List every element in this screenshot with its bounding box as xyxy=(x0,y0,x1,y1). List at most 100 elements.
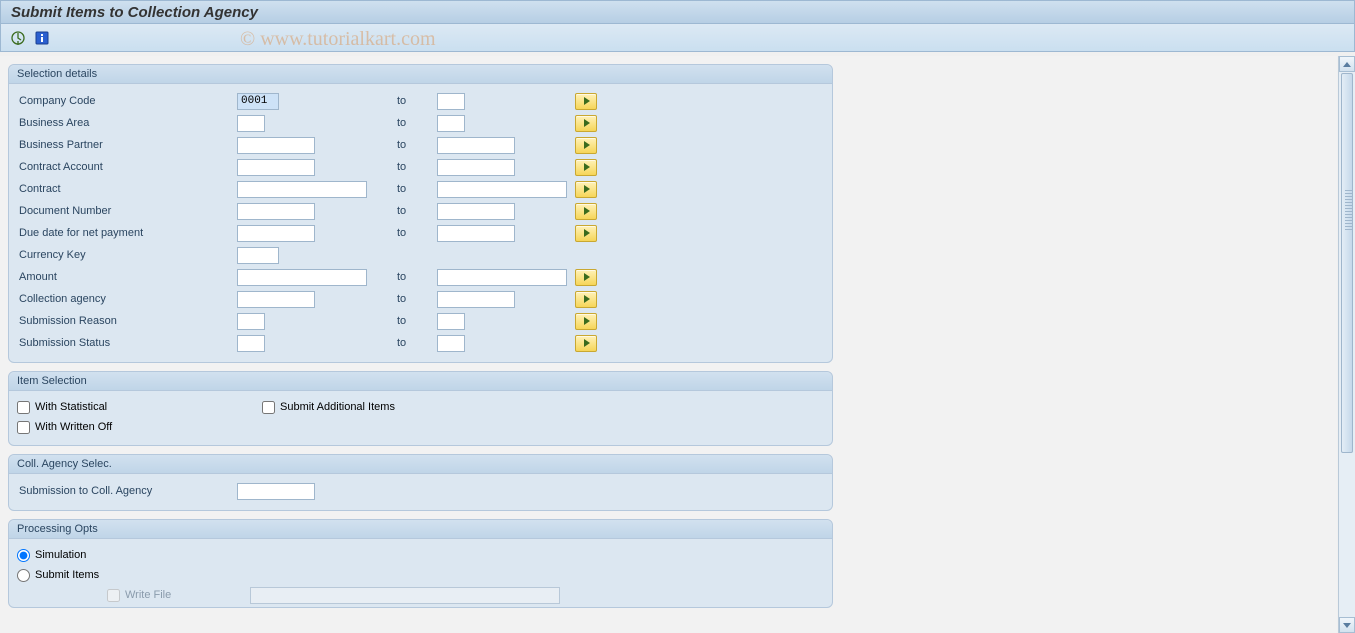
submit-items-radio[interactable] xyxy=(17,569,30,582)
document-number-label: Document Number xyxy=(17,205,237,217)
to-label: to xyxy=(397,117,437,129)
triangle-up-icon xyxy=(1343,62,1351,67)
execute-icon[interactable] xyxy=(9,29,27,47)
to-label: to xyxy=(397,139,437,151)
submission-reason-more-button[interactable] xyxy=(575,313,597,330)
business-area-label: Business Area xyxy=(17,117,237,129)
arrow-right-icon xyxy=(584,229,590,237)
simulation-label: Simulation xyxy=(35,549,86,561)
amount-more-button[interactable] xyxy=(575,269,597,286)
to-label: to xyxy=(397,183,437,195)
contract-account-from[interactable] xyxy=(237,159,315,176)
amount-from[interactable] xyxy=(237,269,367,286)
group-header: Coll. Agency Selec. xyxy=(9,455,832,474)
submit-additional-label: Submit Additional Items xyxy=(280,401,395,413)
submit-additional-checkbox[interactable] xyxy=(262,401,275,414)
collection-agency-more-button[interactable] xyxy=(575,291,597,308)
due-date-to[interactable] xyxy=(437,225,515,242)
submission-reason-label: Submission Reason xyxy=(17,315,237,327)
business-partner-to[interactable] xyxy=(437,137,515,154)
scroll-thumb[interactable] xyxy=(1341,73,1353,453)
group-processing-opts: Processing Opts Simulation Submit Items … xyxy=(8,519,833,608)
write-file-label: Write File xyxy=(125,589,250,601)
submission-reason-from[interactable] xyxy=(237,313,265,330)
info-icon[interactable] xyxy=(33,29,51,47)
submission-status-label: Submission Status xyxy=(17,337,237,349)
contract-more-button[interactable] xyxy=(575,181,597,198)
arrow-right-icon xyxy=(584,97,590,105)
with-written-off-checkbox[interactable] xyxy=(17,421,30,434)
vertical-scrollbar[interactable] xyxy=(1338,56,1355,633)
business-partner-label: Business Partner xyxy=(17,139,237,151)
submission-status-more-button[interactable] xyxy=(575,335,597,352)
with-written-off-label: With Written Off xyxy=(35,421,112,433)
contract-to[interactable] xyxy=(437,181,567,198)
document-number-to[interactable] xyxy=(437,203,515,220)
collection-agency-to[interactable] xyxy=(437,291,515,308)
company-code-from[interactable] xyxy=(237,93,279,110)
currency-key-input[interactable] xyxy=(237,247,279,264)
submission-coll-input[interactable] xyxy=(237,483,315,500)
contract-from[interactable] xyxy=(237,181,367,198)
to-label: to xyxy=(397,293,437,305)
amount-to[interactable] xyxy=(437,269,567,286)
document-number-from[interactable] xyxy=(237,203,315,220)
page-title: Submit Items to Collection Agency xyxy=(11,4,258,21)
document-number-more-button[interactable] xyxy=(575,203,597,220)
company-code-more-button[interactable] xyxy=(575,93,597,110)
submission-reason-to[interactable] xyxy=(437,313,465,330)
title-bar: Submit Items to Collection Agency xyxy=(0,0,1355,24)
arrow-right-icon xyxy=(584,119,590,127)
write-file-input xyxy=(250,587,560,604)
to-label: to xyxy=(397,337,437,349)
arrow-right-icon xyxy=(584,273,590,281)
group-coll-agency: Coll. Agency Selec. Submission to Coll. … xyxy=(8,454,833,511)
simulation-radio[interactable] xyxy=(17,549,30,562)
with-statistical-checkbox[interactable] xyxy=(17,401,30,414)
arrow-right-icon xyxy=(584,339,590,347)
toolbar xyxy=(0,24,1355,52)
triangle-down-icon xyxy=(1343,623,1351,628)
due-date-more-button[interactable] xyxy=(575,225,597,242)
submission-status-to[interactable] xyxy=(437,335,465,352)
collection-agency-from[interactable] xyxy=(237,291,315,308)
to-label: to xyxy=(397,227,437,239)
arrow-right-icon xyxy=(584,295,590,303)
to-label: to xyxy=(397,95,437,107)
business-area-to[interactable] xyxy=(437,115,465,132)
arrow-right-icon xyxy=(584,185,590,193)
submission-coll-label: Submission to Coll. Agency xyxy=(17,485,237,497)
submit-items-label: Submit Items xyxy=(35,569,99,581)
company-code-to[interactable] xyxy=(437,93,465,110)
arrow-right-icon xyxy=(584,317,590,325)
group-header: Item Selection xyxy=(9,372,832,391)
write-file-checkbox xyxy=(107,589,120,602)
company-code-label: Company Code xyxy=(17,95,237,107)
business-area-more-button[interactable] xyxy=(575,115,597,132)
submission-status-from[interactable] xyxy=(237,335,265,352)
group-header: Processing Opts xyxy=(9,520,832,539)
contract-account-more-button[interactable] xyxy=(575,159,597,176)
contract-account-label: Contract Account xyxy=(17,161,237,173)
scroll-up-button[interactable] xyxy=(1339,56,1355,72)
business-partner-from[interactable] xyxy=(237,137,315,154)
business-area-from[interactable] xyxy=(237,115,265,132)
to-label: to xyxy=(397,271,437,283)
contract-account-to[interactable] xyxy=(437,159,515,176)
splitter-grip[interactable] xyxy=(1345,190,1353,230)
scroll-track[interactable] xyxy=(1339,73,1355,616)
business-partner-more-button[interactable] xyxy=(575,137,597,154)
group-item-selection: Item Selection With Statistical With Wri… xyxy=(8,371,833,446)
group-header: Selection details xyxy=(9,65,832,84)
scroll-down-button[interactable] xyxy=(1339,617,1355,633)
to-label: to xyxy=(397,161,437,173)
due-date-label: Due date for net payment xyxy=(17,227,237,239)
to-label: to xyxy=(397,315,437,327)
collection-agency-label: Collection agency xyxy=(17,293,237,305)
group-selection-details: Selection details Company Code to Busine… xyxy=(8,64,833,363)
currency-key-label: Currency Key xyxy=(17,249,237,261)
with-statistical-label: With Statistical xyxy=(35,401,107,413)
to-label: to xyxy=(397,205,437,217)
due-date-from[interactable] xyxy=(237,225,315,242)
arrow-right-icon xyxy=(584,141,590,149)
